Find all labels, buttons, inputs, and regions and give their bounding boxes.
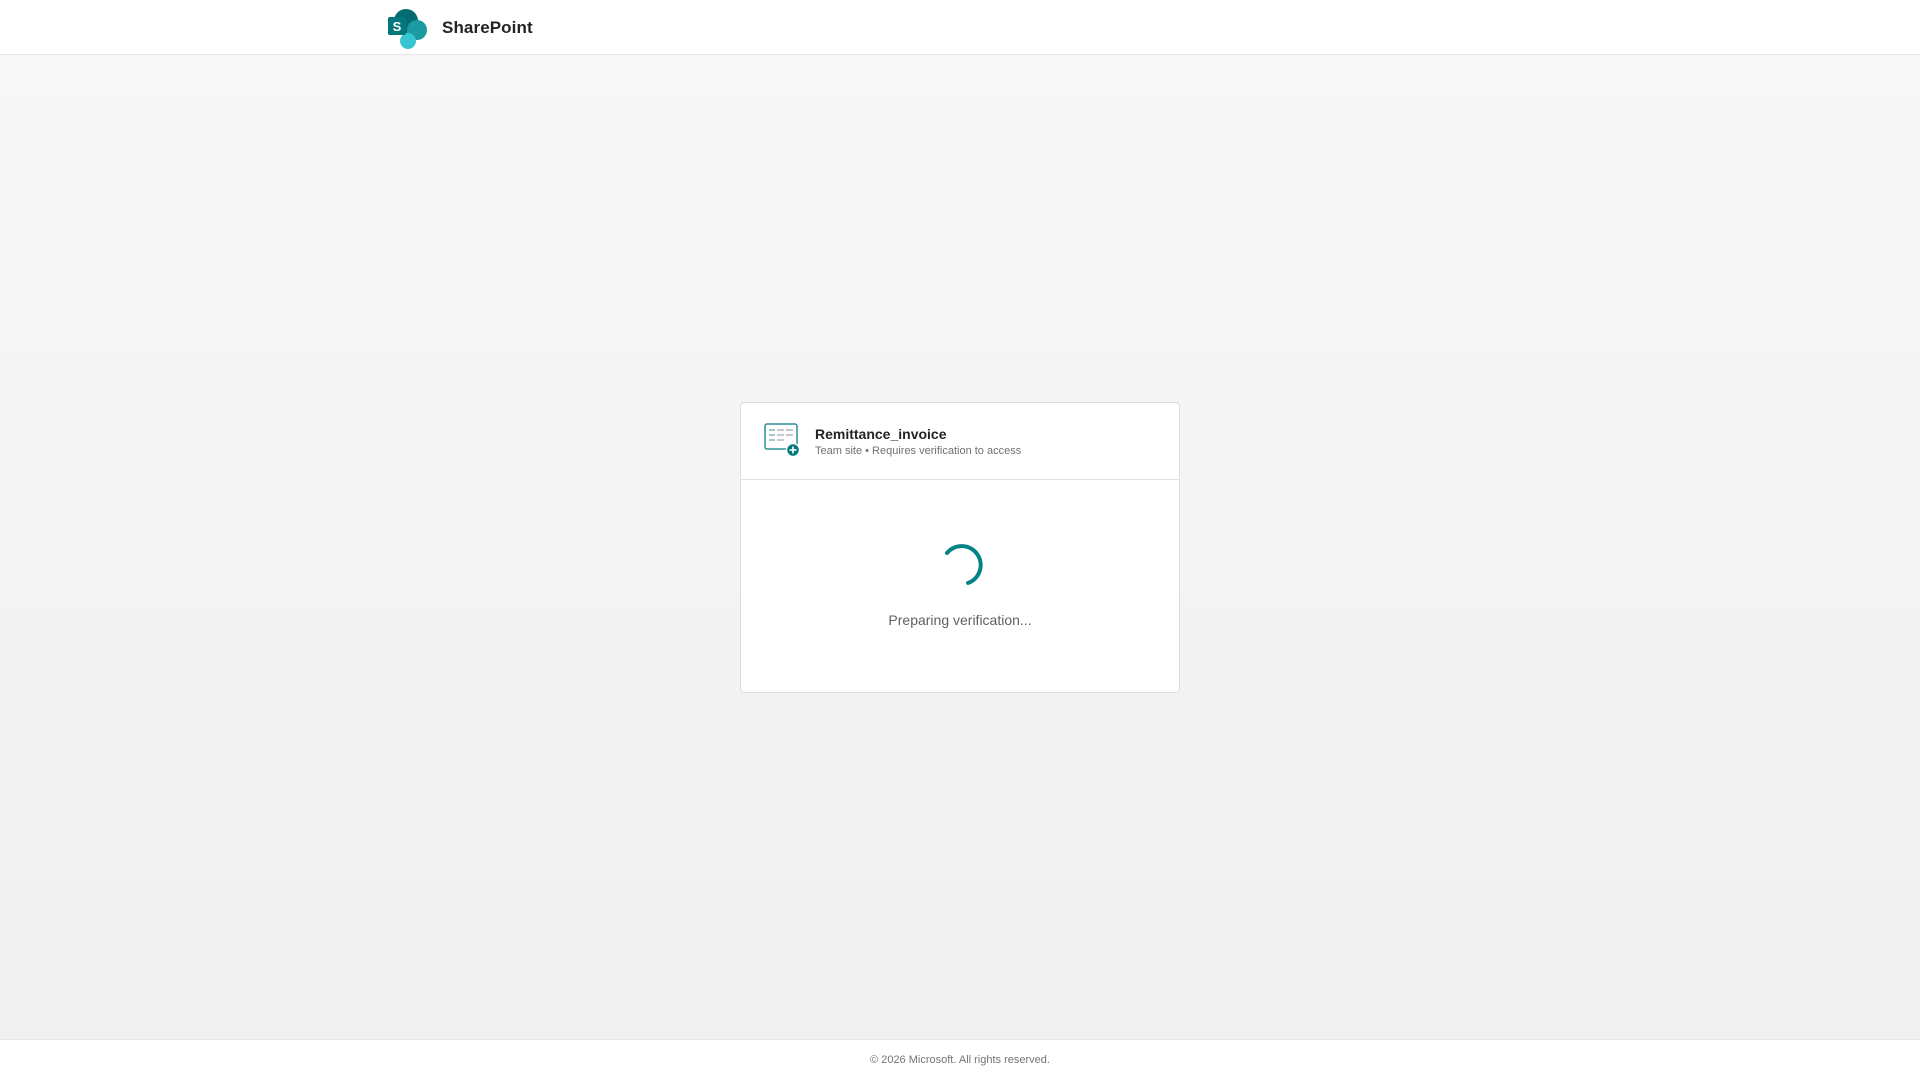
team-site-icon — [764, 423, 800, 457]
status-message: Preparing verification... — [888, 612, 1032, 628]
sharepoint-logo-icon: S — [388, 9, 427, 49]
verification-card: Remittance_invoice Team site • Requires … — [740, 402, 1180, 693]
site-title: Remittance_invoice — [815, 426, 947, 442]
site-header: Remittance_invoice Team site • Requires … — [741, 403, 1179, 480]
site-subtitle: Team site • Requires verification to acc… — [815, 445, 1022, 457]
app-name: SharePoint — [442, 18, 533, 37]
svg-text:S: S — [393, 19, 402, 34]
top-bar: S SharePoint — [0, 0, 1920, 55]
brand[interactable]: S SharePoint — [387, 7, 533, 49]
copyright-text: © 2026 Microsoft. All rights reserved. — [870, 1054, 1050, 1066]
footer: © 2026 Microsoft. All rights reserved. — [0, 1039, 1920, 1080]
loading-spinner-icon — [945, 544, 983, 585]
